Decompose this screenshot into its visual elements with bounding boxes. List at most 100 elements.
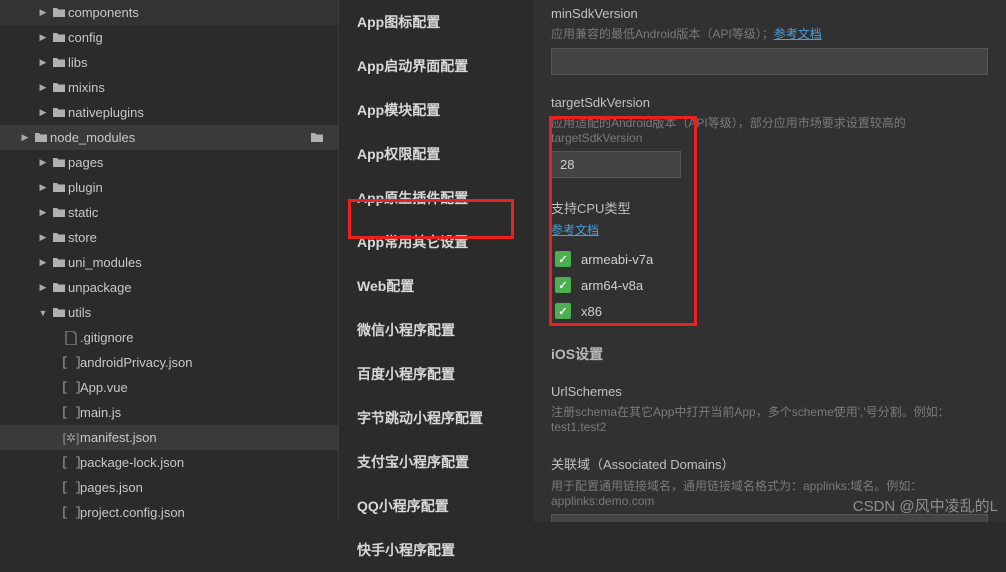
tree-label: manifest.json <box>80 430 157 445</box>
checkbox-checked-icon[interactable]: ✓ <box>555 251 571 267</box>
tree-item-unpackage[interactable]: ▶ unpackage <box>0 275 338 300</box>
tree-item-static[interactable]: ▶static <box>0 200 338 225</box>
cpu-label: arm64-v8a <box>581 278 643 293</box>
settings-panel: minSdkVersion 应用兼容的最低Android版本（API等级）；参考… <box>533 0 1006 522</box>
nav-item-7[interactable]: 微信小程序配置 <box>339 308 533 352</box>
tree-label: pages.json <box>80 480 143 495</box>
file-icon <box>62 331 80 345</box>
tree-item--gitignore[interactable]: .gitignore <box>0 325 338 350</box>
tree-label: plugin <box>68 180 103 195</box>
tree-label: .gitignore <box>80 330 133 345</box>
minsdk-doc-link[interactable]: 参考文档 <box>774 27 822 41</box>
chevron-icon: ▶ <box>36 32 50 43</box>
chevron-icon: ▶ <box>36 82 50 93</box>
tree-item-plugin[interactable]: ▶ plugin <box>0 175 338 200</box>
tree-item-project-config-json[interactable]: [ ]project.config.json <box>0 500 338 522</box>
chevron-icon: ▶ <box>36 257 50 268</box>
nav-item-5[interactable]: App常用其它设置 <box>339 220 533 264</box>
cpu-arm64-v8a[interactable]: ✓ arm64-v8a <box>551 272 988 298</box>
tree-label: main.js <box>80 405 121 420</box>
nav-item-2[interactable]: App模块配置 <box>339 88 533 132</box>
checkbox-checked-icon[interactable]: ✓ <box>555 277 571 293</box>
tree-label: components <box>68 5 139 20</box>
chevron-icon: ▼ <box>36 308 50 318</box>
targetsdk-title: targetSdkVersion <box>551 95 988 110</box>
tree-label: mixins <box>68 80 105 95</box>
json-icon: [ ] <box>62 480 80 495</box>
tree-item-libs[interactable]: ▶libs <box>0 50 338 75</box>
tree-item-mixins[interactable]: ▶ mixins <box>0 75 338 100</box>
tree-item-main-js[interactable]: [ ]main.js <box>0 400 338 425</box>
tree-label: static <box>68 205 98 220</box>
tree-label: App.vue <box>80 380 128 395</box>
json-icon: [ ] <box>62 405 80 420</box>
chevron-icon: ▶ <box>36 282 50 293</box>
tree-label: pages <box>68 155 103 170</box>
tree-label: nativeplugins <box>68 105 144 120</box>
chevron-icon: ▶ <box>36 182 50 193</box>
nav-item-11[interactable]: QQ小程序配置 <box>339 484 533 528</box>
tree-item-package-lock-json[interactable]: [ ]package-lock.json <box>0 450 338 475</box>
nav-item-0[interactable]: App图标配置 <box>339 0 533 44</box>
tree-label: store <box>68 230 97 245</box>
tree-label: unpackage <box>68 280 132 295</box>
cpu-armeabi-v7a[interactable]: ✓armeabi-v7a <box>551 246 988 272</box>
nav-item-9[interactable]: 字节跳动小程序配置 <box>339 396 533 440</box>
tree-item-App-vue[interactable]: [ ]App.vue <box>0 375 338 400</box>
folder-icon <box>50 107 68 118</box>
folder-icon <box>50 182 68 193</box>
assoc-title: 关联域（Associated Domains） <box>551 454 988 473</box>
nav-item-4[interactable]: App原生插件配置 <box>339 176 533 220</box>
tree-item-manifest-json[interactable]: [✲]manifest.json <box>0 425 338 450</box>
nav-item-1[interactable]: App启动界面配置 <box>339 44 533 88</box>
tree-item-pages[interactable]: ▶ pages <box>0 150 338 175</box>
folder-icon <box>50 7 68 18</box>
tree-label: node_modules <box>50 130 135 145</box>
tree-item-androidPrivacy-json[interactable]: [ ]androidPrivacy.json <box>0 350 338 375</box>
json-icon: [ ] <box>62 505 80 520</box>
cpu-doc-link[interactable]: 参考文档 <box>551 223 599 237</box>
urlschemes-desc: 注册schema在其它App中打开当前App，多个scheme使用','号分割。… <box>551 403 988 434</box>
folder-icon <box>50 207 68 218</box>
cpu-types: ✓armeabi-v7a✓arm64-v8a✓x86 <box>551 246 988 324</box>
nav-item-6[interactable]: Web配置 <box>339 264 533 308</box>
cpu-label: x86 <box>581 304 602 319</box>
json-icon: [ ] <box>62 355 80 370</box>
tree-item-components[interactable]: ▶ components <box>0 0 338 25</box>
cpu-x86[interactable]: ✓ x86 <box>551 298 988 324</box>
minsdk-input[interactable] <box>551 48 988 75</box>
tree-label: utils <box>68 305 91 320</box>
file-explorer[interactable]: ▶components▶config▶libs▶mixins▶nativeplu… <box>0 0 338 522</box>
folder-icon <box>50 307 68 318</box>
folder-icon <box>50 257 68 268</box>
json-icon: [ ] <box>62 380 80 395</box>
minsdk-title: minSdkVersion <box>551 6 988 21</box>
targetsdk-input[interactable] <box>551 151 681 178</box>
nav-item-12[interactable]: 快手小程序配置 <box>339 528 533 572</box>
gear-icon: [✲] <box>62 431 80 445</box>
tree-label: uni_modules <box>68 255 142 270</box>
tree-item-uni-modules[interactable]: ▶ uni_modules <box>0 250 338 275</box>
tree-label: libs <box>68 55 88 70</box>
folder-icon <box>50 157 68 168</box>
tree-item-node-modules[interactable]: ▶ node_modules <box>0 125 338 150</box>
tree-item-store[interactable]: ▶ store <box>0 225 338 250</box>
folder-icon <box>32 132 50 143</box>
watermark: CSDN @风中凌乱的L <box>853 495 998 516</box>
folder-icon <box>50 232 68 243</box>
checkbox-checked-icon[interactable]: ✓ <box>555 303 571 319</box>
tree-label: project.config.json <box>80 505 185 520</box>
chevron-icon: ▶ <box>18 132 32 143</box>
tree-item-pages-json[interactable]: [ ]pages.json <box>0 475 338 500</box>
nav-item-3[interactable]: App权限配置 <box>339 132 533 176</box>
tree-item-nativeplugins[interactable]: ▶nativeplugins <box>0 100 338 125</box>
nav-item-10[interactable]: 支付宝小程序配置 <box>339 440 533 484</box>
tree-item-utils[interactable]: ▼ utils <box>0 300 338 325</box>
nav-item-8[interactable]: 百度小程序配置 <box>339 352 533 396</box>
chevron-icon: ▶ <box>36 157 50 168</box>
chevron-icon: ▶ <box>36 7 50 18</box>
minsdk-desc: 应用兼容的最低Android版本（API等级）；参考文档 <box>551 25 988 42</box>
chevron-icon: ▶ <box>36 232 50 243</box>
settings-nav[interactable]: App图标配置App启动界面配置App模块配置App权限配置App原生插件配置A… <box>338 0 533 522</box>
tree-item-config[interactable]: ▶config <box>0 25 338 50</box>
